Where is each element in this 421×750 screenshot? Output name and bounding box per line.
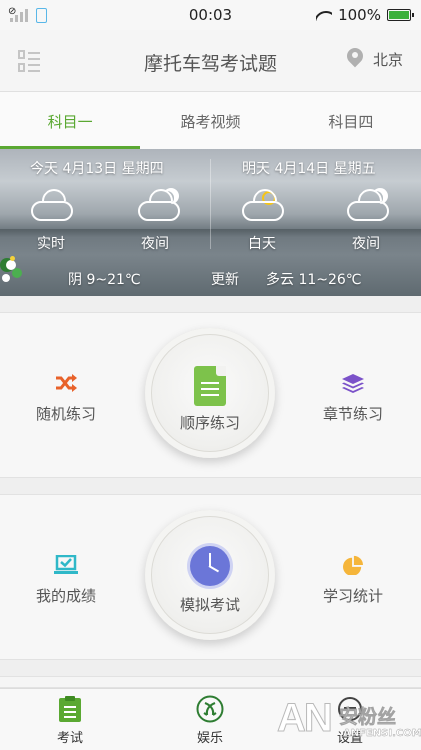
laptop-check-icon — [54, 555, 78, 574]
shuffle-icon — [56, 374, 77, 392]
location-pin-icon — [347, 48, 363, 70]
watermark-logo: AN 安粉丝 ANFENSI.COM — [273, 696, 421, 750]
battery-percent: 100% — [338, 6, 381, 24]
ribbon-icon — [196, 695, 224, 723]
random-practice-button[interactable]: 随机练习 — [6, 373, 126, 424]
today-summary: 阴 9~21℃ — [68, 272, 141, 288]
chapter-practice-label: 章节练习 — [322, 405, 383, 423]
document-icon — [194, 366, 226, 406]
next-panel-edge — [0, 676, 421, 688]
app-header: 摩托车驾考试题 北京 — [0, 30, 421, 92]
my-scores-label: 我的成绩 — [35, 587, 96, 605]
mock-exam-button[interactable]: 模拟考试 — [145, 510, 275, 640]
chapter-practice-button[interactable]: 章节练习 — [293, 373, 413, 424]
nav-exam-label: 考试 — [56, 731, 83, 746]
random-practice-label: 随机练习 — [35, 405, 96, 423]
study-stats-button[interactable]: 学习统计 — [293, 555, 413, 606]
tab-road-test-video[interactable]: 路考视频 — [140, 92, 280, 149]
subject-tabs: 科目一 路考视频 科目四 — [0, 92, 421, 149]
status-time: 00:03 — [188, 6, 233, 24]
weather-update-link[interactable]: 更新 — [211, 269, 239, 289]
location-selector[interactable]: 北京 — [347, 48, 403, 70]
nav-exam[interactable]: 考试 — [30, 695, 110, 746]
status-bar: ⊘ 00:03 100% — [0, 0, 421, 30]
watermark-brand: AN — [277, 696, 334, 741]
clock-icon — [190, 546, 230, 586]
tomorrow-summary: 多云 11~26℃ — [266, 272, 362, 288]
layers-icon — [342, 374, 364, 393]
cloudy-icon — [29, 191, 75, 225]
signal-icon: ⊘ — [8, 6, 28, 22]
watermark-site: ANFENSI.COM — [343, 728, 421, 739]
tomorrow-date: 明天 4月14日 星期五 — [242, 161, 376, 177]
weather-banner[interactable]: 今天 4月13日 星期四 实时 夜间 阴 9~21℃ 明天 4月14日 星期五 … — [0, 149, 421, 296]
flower-decoration — [0, 246, 24, 294]
clipboard-icon — [59, 696, 81, 722]
usb-icon — [36, 7, 47, 23]
location-label: 北京 — [372, 50, 403, 69]
sequential-practice-button[interactable]: 顺序练习 — [145, 328, 275, 458]
today-left-label: 实时 — [37, 236, 65, 252]
my-scores-button[interactable]: 我的成绩 — [6, 555, 126, 606]
mock-exam-label: 模拟考试 — [179, 596, 240, 614]
today-right-label: 夜间 — [141, 236, 169, 252]
today-date: 今天 4月13日 星期四 — [30, 161, 164, 177]
study-stats-label: 学习统计 — [322, 587, 383, 605]
nav-entertainment[interactable]: 娱乐 — [170, 695, 250, 746]
pie-chart-icon — [343, 555, 363, 575]
cloudy-night-icon-2 — [345, 191, 391, 225]
tab-subject-four[interactable]: 科目四 — [281, 92, 421, 149]
battery-icon — [386, 9, 414, 21]
tomorrow-left-label: 白天 — [248, 236, 276, 252]
weather-divider — [210, 159, 211, 249]
practice-panel: 随机练习 顺序练习 章节练习 — [0, 312, 421, 478]
cloudy-night-icon — [136, 191, 182, 225]
tomorrow-right-label: 夜间 — [352, 236, 380, 252]
watermark-name: 安粉丝 — [339, 706, 397, 729]
wifi-icon — [316, 9, 333, 21]
sequential-practice-label: 顺序练习 — [179, 414, 240, 432]
partly-cloudy-icon — [240, 191, 286, 225]
tab-subject-one[interactable]: 科目一 — [0, 92, 141, 149]
exam-panel: 我的成绩 模拟考试 学习统计 — [0, 494, 421, 660]
nav-entertainment-label: 娱乐 — [196, 731, 223, 746]
